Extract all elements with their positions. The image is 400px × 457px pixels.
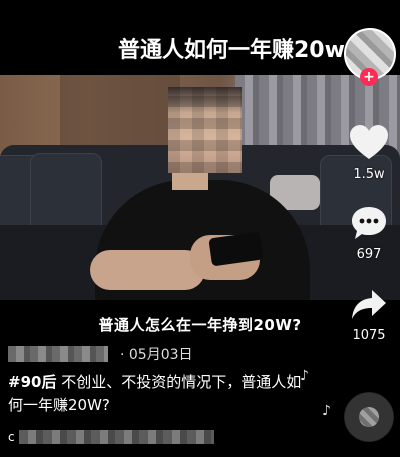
music-prefix: c bbox=[8, 430, 15, 444]
wall-shadow bbox=[60, 75, 180, 155]
like-button[interactable]: 1.5w bbox=[341, 125, 397, 182]
post-date: · 05月03日 bbox=[120, 347, 193, 363]
floating-music-note-icon: ♪ bbox=[322, 403, 331, 419]
comment-count: 697 bbox=[356, 247, 382, 262]
music-row[interactable]: c bbox=[8, 429, 214, 445]
share-icon bbox=[352, 290, 386, 319]
video-title: 普通人如何一年赚20w bbox=[118, 38, 345, 63]
person-arm bbox=[90, 250, 205, 290]
heart-icon bbox=[350, 125, 388, 159]
like-count: 1.5w bbox=[353, 167, 385, 182]
video-caption: 普通人怎么在一年挣到20W? bbox=[98, 316, 302, 334]
author-name-pixelated[interactable] bbox=[8, 346, 108, 362]
video-frame[interactable] bbox=[0, 75, 400, 300]
comment-button[interactable]: 697 bbox=[341, 205, 397, 262]
hashtag-link[interactable]: #90后 bbox=[8, 373, 56, 391]
music-name-pixelated bbox=[18, 430, 214, 444]
sofa-cushion bbox=[30, 153, 102, 235]
comment-icon bbox=[352, 207, 386, 239]
follow-button[interactable]: + bbox=[360, 68, 378, 86]
author-row: · 05月03日 bbox=[8, 343, 193, 365]
floating-music-note-icon: ♪ bbox=[300, 368, 309, 384]
post-description: #90后 不创业、不投资的情况下，普通人如何一年赚20W? bbox=[8, 371, 308, 417]
pixelated-face bbox=[168, 87, 242, 173]
music-record-cover bbox=[359, 407, 379, 427]
share-count: 1075 bbox=[352, 328, 386, 343]
share-button[interactable]: 1075 bbox=[341, 288, 397, 343]
